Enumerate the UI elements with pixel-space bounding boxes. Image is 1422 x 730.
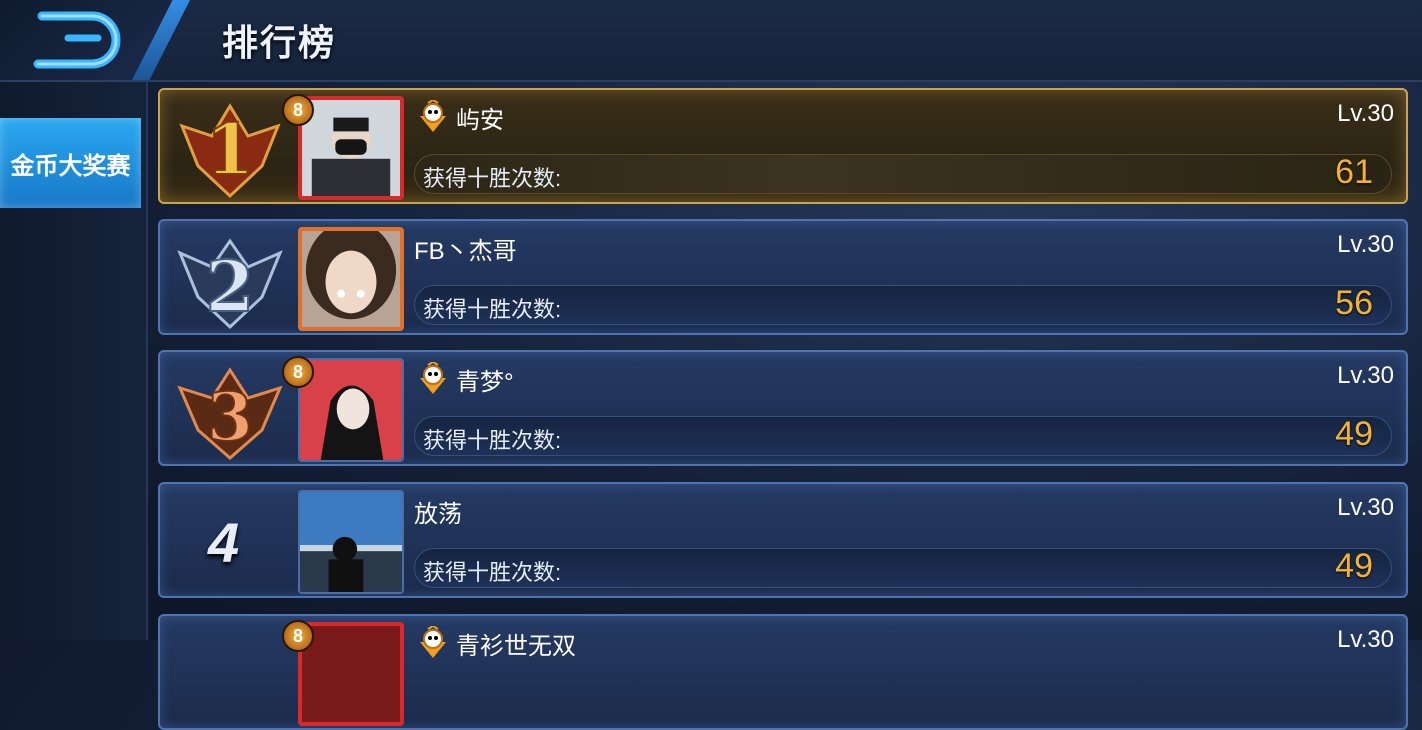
- rank-3-bronze-medal-icon: 3: [177, 367, 283, 460]
- avatar-image: [302, 626, 400, 722]
- guild-emblem-icon: [420, 100, 446, 132]
- player-level: Lv.30: [1337, 626, 1394, 653]
- avatar-image: [302, 231, 400, 327]
- stat-value: 61: [1335, 153, 1373, 191]
- player-name: 屿安: [456, 107, 504, 134]
- svg-text:3: 3: [207, 378, 253, 456]
- back-arrow-icon: [33, 11, 121, 69]
- player-name: 青梦°: [456, 369, 514, 396]
- stat-value: 49: [1335, 547, 1373, 585]
- stat-bar: 获得十胜次数: 49: [414, 415, 1392, 456]
- leaderboard-row-4[interactable]: 4 放荡 Lv.30 获得十胜次数: 49: [158, 482, 1408, 598]
- leaderboard-row-2[interactable]: 2 FB丶杰哥 Lv.30 获得十胜次数: 56: [158, 219, 1408, 335]
- avatar[interactable]: [298, 227, 404, 331]
- avatar[interactable]: [298, 490, 404, 594]
- sidebar: 金币大奖赛: [0, 82, 148, 640]
- stat-value: 56: [1335, 284, 1373, 322]
- player-name: 放荡: [414, 501, 462, 528]
- stat-label: 获得十胜次数:: [423, 166, 562, 191]
- player-level: Lv.30: [1337, 362, 1394, 389]
- leaderboard-row-3[interactable]: 3 8 青梦° Lv.30 获得十胜次数: 49: [158, 350, 1408, 466]
- player-name: 青衫世无双: [456, 633, 576, 660]
- player-level: Lv.30: [1337, 494, 1394, 521]
- rank-number: 4: [208, 511, 240, 574]
- player-level: Lv.30: [1337, 100, 1394, 127]
- stat-value: 49: [1335, 415, 1373, 453]
- avatar-image: [300, 360, 402, 460]
- page-title: 排行榜: [222, 22, 337, 63]
- player-level: Lv.30: [1337, 231, 1394, 258]
- tab-gold-tournament[interactable]: 金币大奖赛: [0, 118, 141, 208]
- rank-2-silver-medal-icon: 2: [177, 238, 283, 330]
- stat-bar: 获得十胜次数: 56: [414, 284, 1392, 325]
- rank-1-gold-medal-icon: 1: [179, 103, 281, 199]
- stat-label: 获得十胜次数:: [423, 428, 562, 453]
- svg-text:2: 2: [206, 245, 255, 328]
- avatar-image: [302, 100, 400, 196]
- stat-bar: 获得十胜次数: 49: [414, 547, 1392, 588]
- stat-label: 获得十胜次数:: [423, 297, 562, 322]
- back-button[interactable]: [28, 8, 124, 70]
- guild-emblem-icon: [420, 362, 446, 394]
- stat-bar: 获得十胜次数: 61: [414, 153, 1392, 194]
- guild-emblem-icon: [420, 626, 446, 658]
- vip-badge: 8: [282, 620, 314, 652]
- leaderboard-row-5[interactable]: 8 青衫世无双 Lv.30: [158, 614, 1408, 730]
- stat-label: 获得十胜次数:: [423, 560, 562, 585]
- vip-badge: 8: [282, 356, 314, 388]
- vip-badge: 8: [282, 94, 314, 126]
- player-name: FB丶杰哥: [414, 238, 517, 265]
- avatar-image: [300, 492, 402, 592]
- svg-text:1: 1: [206, 108, 255, 191]
- top-bar: 排行榜: [0, 0, 1422, 82]
- leaderboard-row-1[interactable]: 1 8 屿安 Lv.30 获得十胜次数: 61: [158, 88, 1408, 204]
